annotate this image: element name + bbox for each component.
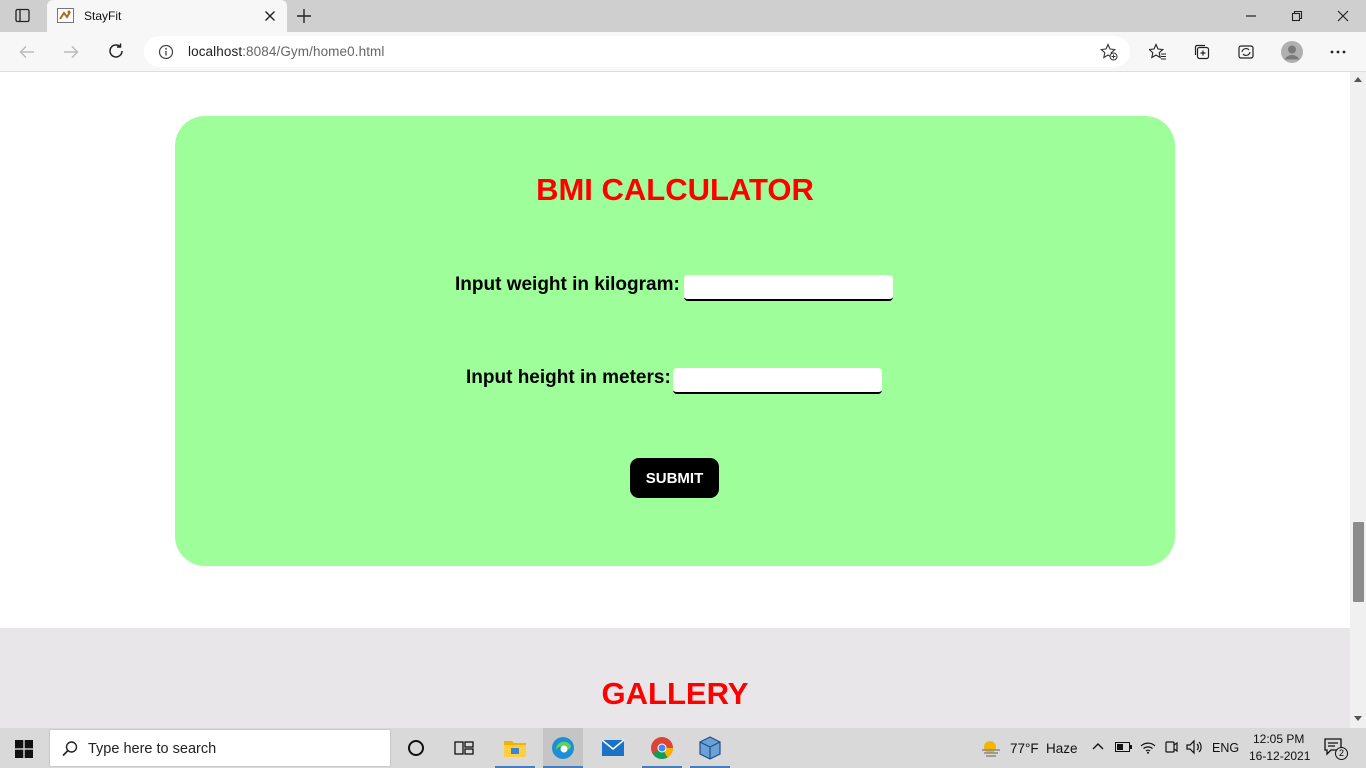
minimize-icon[interactable]: [1245, 10, 1257, 22]
chrome-icon[interactable]: [642, 728, 682, 768]
wifi-icon[interactable]: [1140, 740, 1156, 754]
search-placeholder: Type here to search: [88, 741, 217, 757]
url-text: localhost:8084/Gym/home0.html: [188, 44, 385, 59]
volume-icon[interactable]: [1186, 739, 1204, 755]
gallery-title: GALLERY: [601, 676, 749, 711]
notification-count-badge: 2: [1335, 747, 1348, 760]
language-indicator[interactable]: ENG: [1212, 741, 1239, 755]
bmi-title: BMI CALCULATOR: [536, 172, 814, 207]
close-tab-icon[interactable]: [264, 10, 276, 22]
profile-avatar-icon[interactable]: [1280, 40, 1304, 64]
submit-button[interactable]: SUBMIT: [630, 458, 719, 498]
add-favorite-icon[interactable]: [1100, 43, 1118, 61]
browser-toolbar: localhost:8084/Gym/home0.html: [0, 32, 1366, 72]
vertical-scrollbar[interactable]: [1350, 72, 1366, 728]
address-bar[interactable]: localhost:8084/Gym/home0.html: [144, 36, 1130, 67]
bmi-calculator-card: BMI CALCULATOR Input weight in kilogram:…: [175, 116, 1175, 566]
mail-icon[interactable]: [593, 728, 633, 768]
windows-start-icon[interactable]: [15, 740, 33, 758]
weight-label: Input weight in kilogram:: [455, 274, 680, 295]
edge-browser-icon[interactable]: [543, 728, 583, 768]
browser-essentials-icon[interactable]: [1237, 43, 1255, 61]
clock-time[interactable]: 12:05 PM: [1253, 732, 1304, 746]
height-label: Input height in meters:: [466, 367, 671, 388]
weather-desc: Haze: [1046, 741, 1078, 756]
height-input[interactable]: [673, 368, 882, 394]
task-view-icon[interactable]: [454, 739, 474, 757]
collections-icon[interactable]: [1193, 43, 1211, 61]
virtualbox-icon[interactable]: [690, 728, 730, 768]
meet-now-icon[interactable]: [1163, 739, 1179, 755]
site-info-icon[interactable]: [158, 44, 174, 60]
forward-icon[interactable]: [62, 43, 80, 61]
windows-taskbar: Type here to search 77°F Haze ENG 12:05 …: [0, 728, 1366, 768]
browser-title-bar: StayFit: [0, 0, 1366, 32]
weather-haze-icon[interactable]: [980, 738, 1002, 758]
favorites-icon[interactable]: [1149, 43, 1167, 61]
search-icon: [61, 740, 79, 758]
clock-date[interactable]: 16-12-2021: [1249, 749, 1310, 763]
close-window-icon[interactable]: [1337, 10, 1349, 22]
new-tab-icon[interactable]: [296, 8, 312, 24]
gallery-section: GALLERY: [0, 628, 1350, 728]
tab-title: StayFit: [84, 9, 122, 23]
more-options-icon[interactable]: [1330, 50, 1346, 54]
back-icon[interactable]: [18, 43, 36, 61]
weight-input[interactable]: [684, 275, 893, 301]
tab-stayfit[interactable]: StayFit: [47, 0, 287, 32]
favicon-icon: [57, 8, 74, 23]
page-content: BMI CALCULATOR Input weight in kilogram:…: [0, 72, 1350, 728]
notifications-icon[interactable]: 2: [1324, 738, 1348, 760]
scrollbar-thumb[interactable]: [1353, 522, 1364, 602]
restore-icon[interactable]: [1291, 10, 1303, 22]
show-hidden-icons-chevron-up-icon[interactable]: [1092, 742, 1104, 750]
weather-temp: 77°F: [1010, 741, 1039, 756]
cortana-icon[interactable]: [407, 739, 425, 757]
taskbar-search-box[interactable]: Type here to search: [49, 729, 391, 767]
scroll-up-arrow-icon[interactable]: [1354, 76, 1362, 82]
tab-actions-icon[interactable]: [14, 8, 32, 24]
refresh-icon[interactable]: [107, 42, 125, 60]
scroll-down-arrow-icon[interactable]: [1354, 716, 1362, 722]
battery-icon[interactable]: [1115, 742, 1133, 752]
file-explorer-icon[interactable]: [495, 728, 535, 768]
